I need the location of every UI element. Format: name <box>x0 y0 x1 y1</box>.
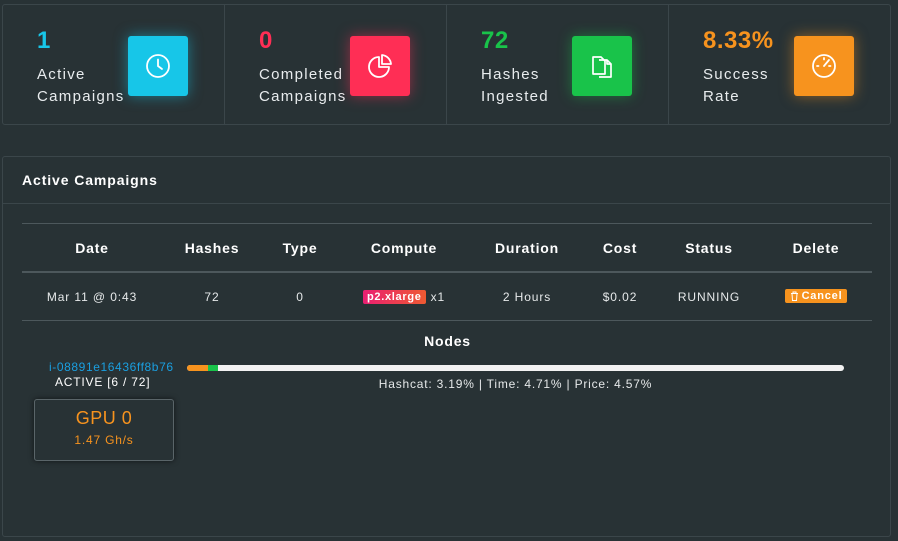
cell-delete: Cancel <box>762 289 870 304</box>
stat-success-rate: 8.33% Success Rate <box>669 5 890 124</box>
gauge-icon <box>812 54 836 78</box>
gpu-name: GPU 0 <box>75 408 133 428</box>
column-header-type: Type <box>282 239 318 256</box>
stat-label: Hashes Ingested <box>481 66 549 105</box>
stats-bar: 1 Active Campaigns 0 Completed Campaigns… <box>2 4 891 125</box>
stat-completed-campaigns: 0 Completed Campaigns <box>225 5 447 124</box>
cell-type: 0 <box>296 289 304 304</box>
campaigns-table: Date Hashes Type Compute Duration Cost S… <box>22 223 872 321</box>
progress-summary: Hashcat: 3.19% | Time: 4.71% | Price: 4.… <box>378 377 653 391</box>
node-id-link[interactable]: i-08891e16436ff8b76 <box>49 360 174 374</box>
gpu-hashrate: 1.47 Gh/s <box>74 433 134 447</box>
gpu-card: GPU 0 1.47 Gh/s <box>34 399 174 461</box>
node-state: ACTIVE [6 / 72] <box>55 375 151 389</box>
stat-label: Success Rate <box>703 66 769 105</box>
stat-value: 72 <box>481 27 509 54</box>
stat-value: 0 <box>259 27 273 54</box>
cancel-label: Cancel <box>801 290 843 302</box>
stat-icon-box <box>128 36 188 96</box>
column-header-compute: Compute <box>370 239 438 256</box>
stat-label: Completed Campaigns <box>259 66 347 105</box>
column-header-delete: Delete <box>792 239 840 256</box>
stat-value: 8.33% <box>703 27 774 54</box>
column-header-cost: Cost <box>602 239 638 256</box>
cell-hashes: 72 <box>204 289 220 304</box>
cell-date: Mar 11 @ 0:43 <box>46 289 138 304</box>
stat-hashes-ingested: 72 Hashes Ingested <box>447 5 669 124</box>
pie-chart-icon <box>368 54 392 78</box>
stat-icon-box <box>794 36 854 96</box>
clock-icon <box>146 54 170 78</box>
instance-count: x1 <box>430 289 446 304</box>
column-header-status: Status <box>685 239 733 256</box>
cell-cost: $0.02 <box>602 289 638 304</box>
active-campaigns-panel: Active Campaigns Date Hashes Type Comput… <box>2 156 891 537</box>
column-header-hashes: Hashes <box>184 239 240 256</box>
cell-compute: p2.xlarge x1 <box>338 289 470 304</box>
stat-label: Active Campaigns <box>37 66 125 105</box>
node-progress-bar <box>187 365 844 371</box>
trash-icon <box>790 291 798 301</box>
instance-type-badge: p2.xlarge <box>362 289 426 304</box>
nodes-title: Nodes <box>424 333 471 349</box>
stat-active-campaigns: 1 Active Campaigns <box>3 5 225 124</box>
progress-segment-hashcat <box>187 365 208 371</box>
cell-duration: 2 Hours <box>502 289 552 304</box>
cell-status: RUNNING <box>677 289 741 304</box>
table-header: Date Hashes Type Compute Duration Cost S… <box>22 224 872 273</box>
table-row: Mar 11 @ 0:43 72 0 p2.xlarge x1 2 Hours … <box>22 273 872 321</box>
progress-segment-time <box>207 365 218 371</box>
stat-icon-box <box>350 36 410 96</box>
copy-files-icon <box>592 56 612 78</box>
panel-title: Active Campaigns <box>22 172 158 188</box>
stat-value: 1 <box>37 27 51 54</box>
stat-icon-box <box>572 36 632 96</box>
column-header-date: Date <box>75 239 109 256</box>
column-header-duration: Duration <box>495 239 559 256</box>
cancel-button[interactable]: Cancel <box>784 289 848 303</box>
